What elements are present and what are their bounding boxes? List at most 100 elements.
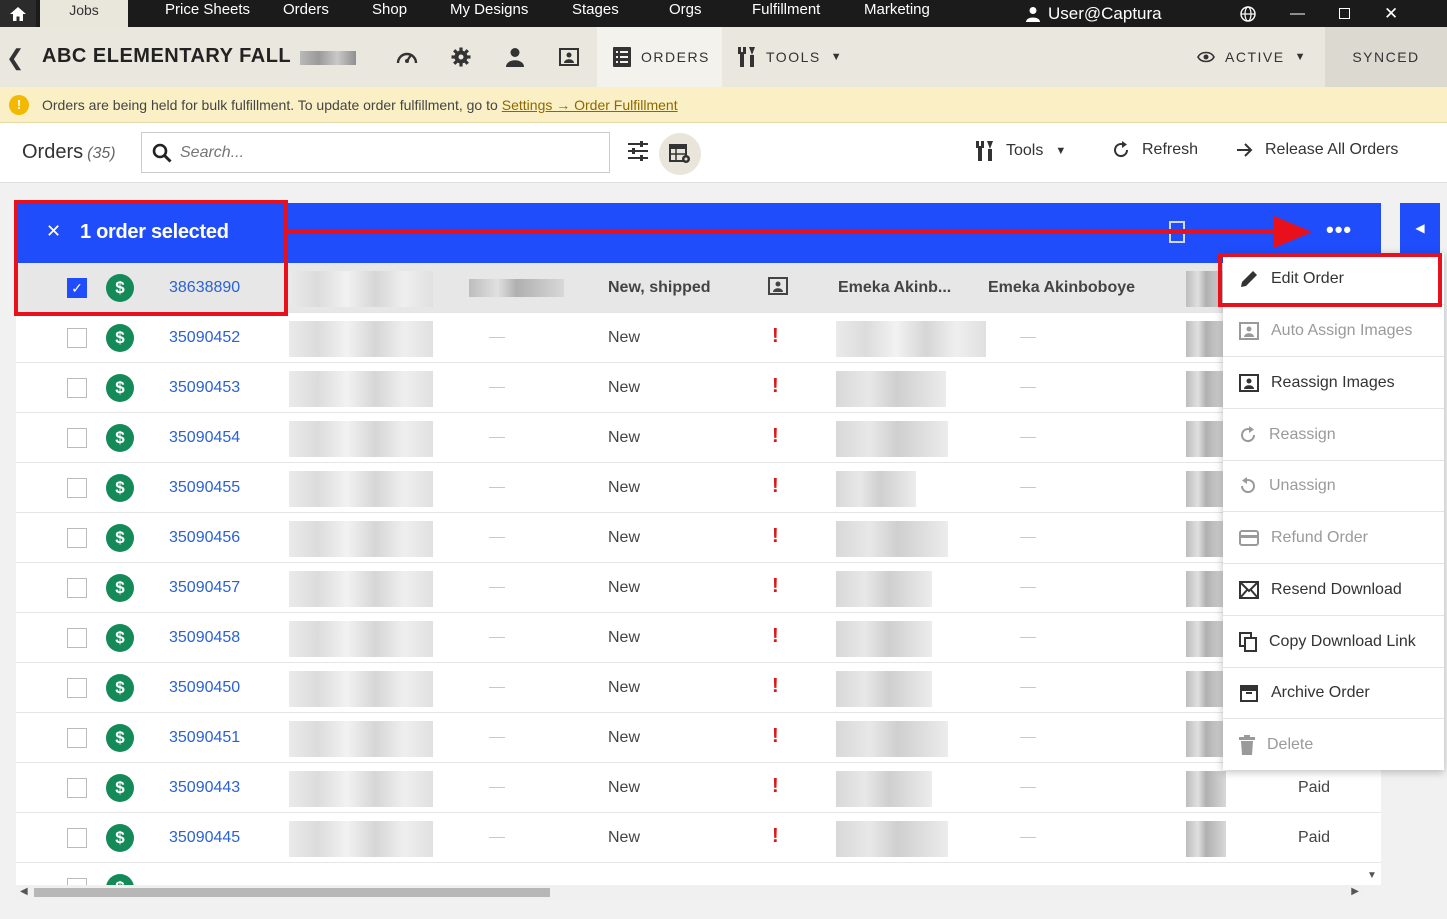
table-row-partial[interactable]: $ — [16, 863, 1381, 885]
job-title: ABC ELEMENTARY FALL — [42, 45, 292, 67]
nav-item-my-designs[interactable]: My Designs — [450, 0, 528, 27]
menu-item-copy-download-link[interactable]: Copy Download Link — [1223, 616, 1444, 668]
filter-sliders-icon[interactable] — [627, 141, 649, 166]
row-checkbox[interactable] — [67, 678, 87, 698]
status-dropdown[interactable]: ACTIVE ▼ — [1197, 27, 1307, 87]
table-row[interactable]: $ 35090451 New ! — [16, 713, 1381, 763]
refresh-button[interactable]: Refresh — [1112, 141, 1198, 159]
row-checkbox[interactable] — [67, 378, 87, 398]
nav-item-orgs[interactable]: Orgs — [669, 0, 702, 27]
alert-exclamation-icon: ! — [772, 475, 779, 497]
table-row[interactable]: $ 35090457 New ! — [16, 563, 1381, 613]
order-number-link[interactable]: 35090457 — [169, 579, 240, 597]
nav-item-price-sheets[interactable]: Price Sheets — [165, 0, 250, 27]
minimize-icon[interactable]: — — [1290, 5, 1305, 22]
menu-item-unassign[interactable]: Unassign — [1223, 460, 1444, 512]
nav-item-marketing[interactable]: Marketing — [864, 0, 930, 27]
order-number-link[interactable]: 35090443 — [169, 779, 240, 797]
order-number-link[interactable]: 35090451 — [169, 729, 240, 747]
row-checkbox[interactable] — [67, 878, 87, 885]
table-row[interactable]: $ 35090458 New ! — [16, 613, 1381, 663]
row-checkbox[interactable] — [67, 328, 87, 348]
order-number-link[interactable]: 35090455 — [169, 479, 240, 497]
empty-dash — [489, 587, 505, 588]
user-menu[interactable]: User@Captura — [1026, 0, 1162, 27]
order-number-link[interactable]: 35090458 — [169, 629, 240, 647]
redacted-cell — [1186, 371, 1226, 407]
status-label: ACTIVE — [1225, 49, 1285, 65]
row-checkbox[interactable] — [67, 828, 87, 848]
maximize-icon[interactable] — [1339, 8, 1350, 19]
tab-tools[interactable]: TOOLS ▼ — [738, 27, 843, 87]
order-number-link[interactable]: 35090450 — [169, 679, 240, 697]
globe-icon[interactable] — [1240, 5, 1256, 22]
job-header: ❮ ABC ELEMENTARY FALL ORDERS TOOLS ▼ ACT… — [0, 27, 1447, 87]
notice-settings-link[interactable]: Settings → Order Fulfillment — [502, 97, 678, 113]
table-row[interactable]: $ 35090443 New ! Paid — [16, 763, 1381, 813]
row-checkbox[interactable] — [67, 478, 87, 498]
image-icon — [1239, 321, 1259, 340]
order-number-link[interactable]: 35090445 — [169, 829, 240, 847]
nav-tab-jobs[interactable]: Jobs — [40, 0, 128, 27]
close-window-icon[interactable]: ✕ — [1384, 4, 1398, 24]
nav-item-shop[interactable]: Shop — [372, 0, 407, 27]
table-row[interactable]: $ 35090445 New ! Paid — [16, 813, 1381, 863]
horizontal-scrollbar[interactable]: ◀ ▶ — [16, 885, 1363, 900]
release-all-orders-button[interactable]: Release All Orders — [1237, 141, 1398, 159]
table-settings-icon[interactable] — [659, 133, 701, 175]
row-checkbox[interactable] — [67, 778, 87, 798]
table-row[interactable]: $ 35090450 New ! — [16, 663, 1381, 713]
row-checkbox[interactable] — [67, 578, 87, 598]
table-row[interactable]: $ 35090455 New ! — [16, 463, 1381, 513]
search-box[interactable] — [141, 132, 610, 173]
table-row[interactable]: $ 35090456 New ! — [16, 513, 1381, 563]
order-number-link[interactable]: 35090452 — [169, 329, 240, 347]
redacted-cell — [1186, 321, 1226, 357]
order-number-link[interactable]: 35090453 — [169, 379, 240, 397]
table-row[interactable]: $ 35090454 New ! — [16, 413, 1381, 463]
empty-dash — [1020, 587, 1036, 588]
table-row[interactable]: $ 35090452 New ! — [16, 313, 1381, 363]
info-icon: ! — [9, 94, 29, 115]
order-number-link[interactable]: 35090456 — [169, 529, 240, 547]
row-checkbox[interactable] — [67, 428, 87, 448]
tools-dropdown-button[interactable]: Tools ▼ — [976, 141, 1066, 161]
more-actions-button[interactable]: ••• — [1326, 217, 1352, 243]
photo-album-icon[interactable] — [557, 45, 581, 69]
redacted-cell — [836, 721, 948, 757]
home-button[interactable] — [0, 0, 36, 27]
table-row[interactable]: $ 35090453 New ! — [16, 363, 1381, 413]
menu-item-reassign[interactable]: Reassign — [1223, 409, 1444, 461]
window-controls: — ✕ — [1240, 0, 1398, 27]
scroll-right-icon[interactable]: ▶ — [1351, 886, 1359, 897]
sync-status[interactable]: SYNCED — [1325, 27, 1447, 87]
nav-item-fulfillment[interactable]: Fulfillment — [752, 0, 820, 27]
settings-gear-icon[interactable] — [449, 45, 473, 69]
menu-item-archive-order[interactable]: Archive Order — [1223, 667, 1444, 719]
row-checkbox[interactable] — [67, 728, 87, 748]
row-checkbox[interactable] — [67, 628, 87, 648]
menu-item-refund-order[interactable]: Refund Order — [1223, 512, 1444, 564]
search-input[interactable] — [180, 143, 580, 162]
tab-orders[interactable]: ORDERS — [597, 27, 722, 87]
row-checkbox[interactable] — [67, 528, 87, 548]
order-status: New — [608, 529, 641, 546]
menu-item-delete[interactable]: Delete — [1223, 719, 1444, 771]
redacted-cell — [1186, 721, 1226, 757]
nav-item-stages[interactable]: Stages — [572, 0, 619, 27]
person-icon[interactable] — [503, 45, 527, 69]
scroll-left-icon[interactable]: ◀ — [20, 886, 28, 897]
menu-item-auto-assign-images[interactable]: Auto Assign Images — [1223, 305, 1444, 357]
empty-dash — [489, 537, 505, 538]
menu-item-resend-download[interactable]: Resend Download — [1223, 564, 1444, 616]
fulfillment-notice: ! Orders are being held for bulk fulfill… — [0, 87, 1447, 123]
scroll-down-icon[interactable]: ▼ — [1367, 870, 1377, 881]
empty-dash — [1020, 437, 1036, 438]
order-number-link[interactable]: 35090454 — [169, 429, 240, 447]
nav-item-orders[interactable]: Orders — [283, 0, 329, 27]
menu-item-reassign-images[interactable]: Reassign Images — [1223, 357, 1444, 409]
scrollbar-thumb[interactable] — [34, 888, 550, 897]
dashboard-gauge-icon[interactable] — [395, 45, 419, 69]
back-chevron-icon[interactable]: ❮ — [6, 45, 24, 71]
paid-dollar-icon: $ — [106, 624, 134, 652]
